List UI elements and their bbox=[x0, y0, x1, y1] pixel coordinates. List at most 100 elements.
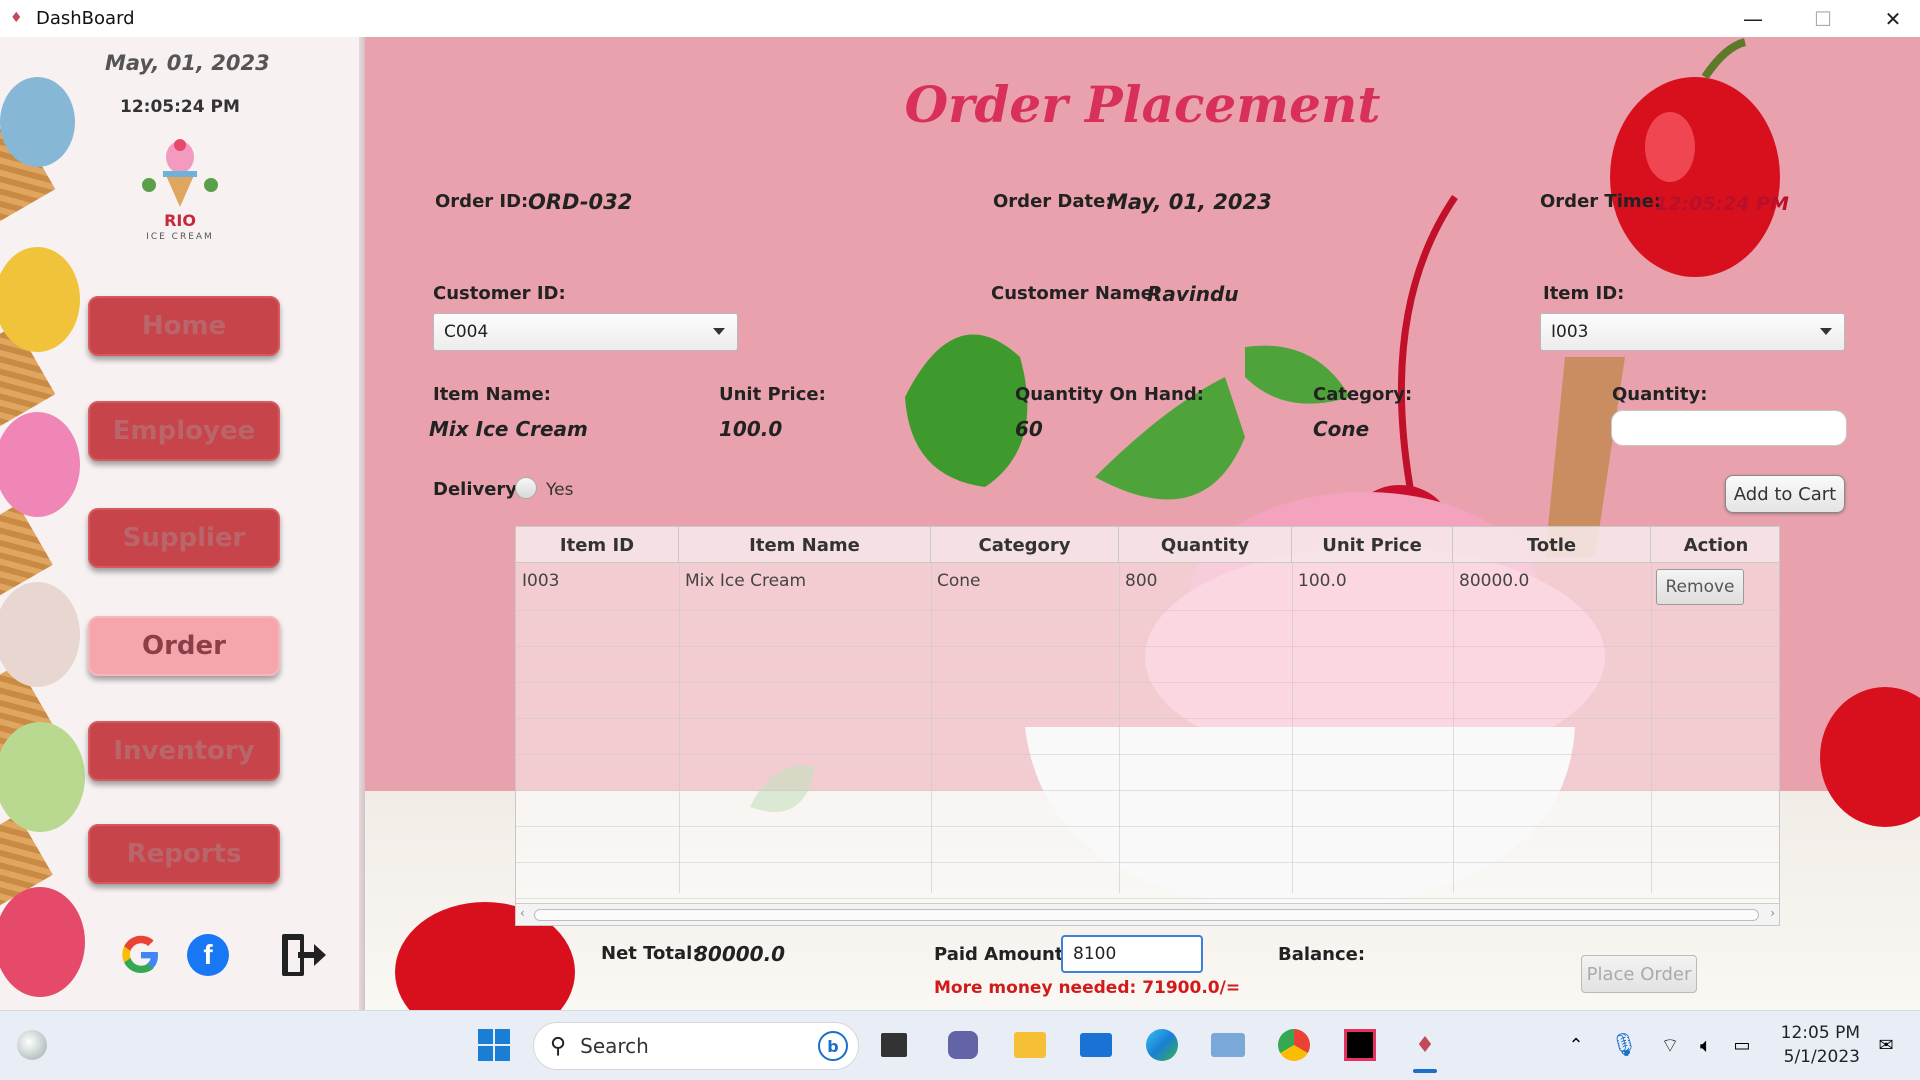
paid-amount-input[interactable]: 8100 bbox=[1061, 935, 1203, 973]
maximize-button[interactable]: ☐ bbox=[1788, 0, 1858, 37]
clock-time: 12:05 PM bbox=[1780, 1023, 1860, 1043]
order-id-label: Order ID: bbox=[435, 191, 529, 212]
column-header-unit-price[interactable]: Unit Price bbox=[1292, 527, 1453, 563]
microphone-icon[interactable]: 🎙︎ bbox=[1604, 1025, 1644, 1065]
quantity-input[interactable] bbox=[1611, 410, 1847, 446]
customer-id-selected: C004 bbox=[444, 322, 489, 342]
column-header-action[interactable]: Action bbox=[1651, 527, 1779, 563]
task-view-icon[interactable] bbox=[874, 1025, 914, 1065]
edge-icon[interactable] bbox=[1142, 1025, 1182, 1065]
close-button[interactable]: ✕ bbox=[1858, 0, 1920, 37]
table-row[interactable]: I003 Mix Ice Cream Cone 800 100.0 80000.… bbox=[516, 563, 1779, 611]
taskbar-search[interactable]: ⚲ Search b bbox=[533, 1022, 859, 1070]
chevron-down-icon bbox=[713, 328, 725, 335]
intellij-icon[interactable] bbox=[1340, 1025, 1380, 1065]
cell-total: 80000.0 bbox=[1459, 571, 1530, 591]
item-id-select[interactable]: I003 bbox=[1540, 313, 1845, 351]
add-to-cart-button[interactable]: Add to Cart bbox=[1725, 475, 1845, 513]
cell-unit-price: 100.0 bbox=[1298, 571, 1347, 591]
delivery-yes-label: Yes bbox=[546, 480, 574, 500]
balance-label: Balance: bbox=[1278, 944, 1366, 965]
column-header-total[interactable]: Totle bbox=[1453, 527, 1651, 563]
empty-row bbox=[516, 755, 1779, 791]
customer-name-value: Ravindu bbox=[1147, 282, 1239, 306]
logo-text: RIO bbox=[164, 211, 196, 230]
chevron-up-icon[interactable]: ⌃ bbox=[1556, 1025, 1596, 1065]
scroll-left-icon[interactable]: ‹ bbox=[520, 906, 525, 920]
nav-employee-button[interactable]: Employee bbox=[88, 401, 280, 461]
scoop-decoration bbox=[0, 247, 80, 352]
empty-row bbox=[516, 611, 1779, 647]
net-total-label: Net Total: bbox=[601, 943, 700, 964]
qoh-label: Quantity On Hand: bbox=[1015, 384, 1204, 405]
notifications-icon[interactable]: ✉ bbox=[1866, 1025, 1906, 1065]
customer-id-label: Customer ID: bbox=[433, 283, 566, 304]
empty-row bbox=[516, 683, 1779, 719]
delivery-yes-radio[interactable] bbox=[515, 477, 537, 499]
scoop-decoration bbox=[0, 887, 85, 997]
column-header-item-name[interactable]: Item Name bbox=[679, 527, 931, 563]
scoop-decoration bbox=[0, 412, 80, 517]
file-explorer-icon[interactable] bbox=[1010, 1025, 1050, 1065]
nav-inventory-button[interactable]: Inventory bbox=[88, 721, 280, 781]
bing-icon[interactable]: b bbox=[818, 1031, 848, 1061]
taskbar-clock[interactable]: 12:05 PM 5/1/2023 bbox=[1760, 1021, 1860, 1069]
nav-reports-button[interactable]: Reports bbox=[88, 824, 280, 884]
category-value: Cone bbox=[1313, 417, 1370, 441]
place-order-button[interactable]: Place Order bbox=[1581, 955, 1697, 993]
mail-icon[interactable] bbox=[1076, 1025, 1116, 1065]
facebook-icon[interactable]: f bbox=[187, 934, 229, 976]
scroll-right-icon[interactable]: › bbox=[1770, 906, 1775, 920]
column-header-category[interactable]: Category bbox=[931, 527, 1119, 563]
qoh-value: 60 bbox=[1015, 417, 1043, 441]
order-time-value: 12:05:24 PM bbox=[1655, 193, 1789, 215]
cell-category: Cone bbox=[937, 571, 981, 591]
horizontal-scrollbar[interactable]: ‹ › bbox=[516, 903, 1779, 925]
item-name-value: Mix Ice Cream bbox=[429, 417, 588, 441]
photos-icon[interactable] bbox=[1208, 1025, 1248, 1065]
wifi-icon[interactable]: ⌔ bbox=[1650, 1025, 1690, 1065]
start-icon[interactable] bbox=[474, 1025, 514, 1065]
customer-name-label: Customer Name: bbox=[991, 283, 1161, 304]
unit-price-value: 100.0 bbox=[719, 417, 783, 441]
logo-subtext: ICE CREAM bbox=[146, 232, 214, 242]
order-time-label: Order Time: bbox=[1540, 191, 1662, 212]
customer-id-select[interactable]: C004 bbox=[433, 313, 738, 351]
remove-button[interactable]: Remove bbox=[1656, 569, 1744, 605]
clock-date: 5/1/2023 bbox=[1783, 1047, 1860, 1067]
cell-quantity: 800 bbox=[1125, 571, 1158, 591]
money-warning: More money needed: 71900.0/= bbox=[934, 978, 1241, 998]
java-app-icon[interactable]: ♦ bbox=[1405, 1025, 1445, 1065]
sidebar: May, 01, 2023 12:05:24 PM RIO ICE CREAM … bbox=[0, 37, 365, 1010]
paid-amount-label: Paid Amount: bbox=[934, 944, 1071, 965]
item-name-label: Item Name: bbox=[433, 384, 551, 405]
active-app-indicator bbox=[1413, 1069, 1437, 1073]
scoop-decoration bbox=[0, 582, 80, 687]
volume-icon[interactable]: 🔈︎ bbox=[1686, 1025, 1726, 1065]
search-placeholder: Search bbox=[580, 1034, 649, 1058]
battery-icon[interactable]: ▭ bbox=[1722, 1025, 1762, 1065]
chevron-down-icon bbox=[1820, 328, 1832, 335]
cart-table: Item ID Item Name Category Quantity Unit… bbox=[515, 526, 1780, 926]
logout-icon[interactable] bbox=[278, 930, 328, 980]
minimize-button[interactable]: — bbox=[1718, 0, 1788, 37]
chrome-icon[interactable] bbox=[1274, 1025, 1314, 1065]
google-icon[interactable] bbox=[120, 934, 162, 976]
rio-ice-cream-logo: RIO ICE CREAM bbox=[135, 135, 225, 255]
net-total-value: 80000.0 bbox=[694, 942, 786, 966]
teams-icon[interactable] bbox=[943, 1025, 983, 1065]
widgets-icon[interactable] bbox=[12, 1025, 52, 1065]
cell-item-id: I003 bbox=[522, 571, 560, 591]
empty-row bbox=[516, 719, 1779, 755]
column-header-item-id[interactable]: Item ID bbox=[516, 527, 679, 563]
nav-home-button[interactable]: Home bbox=[88, 296, 280, 356]
column-header-quantity[interactable]: Quantity bbox=[1119, 527, 1292, 563]
item-id-selected: I003 bbox=[1551, 322, 1589, 342]
sidebar-date: May, 01, 2023 bbox=[105, 51, 270, 75]
window-title: DashBoard bbox=[36, 8, 135, 29]
nav-supplier-button[interactable]: Supplier bbox=[88, 508, 280, 568]
scrollbar-thumb[interactable] bbox=[534, 909, 1759, 921]
nav-order-button[interactable]: Order bbox=[88, 616, 280, 676]
scoop-decoration bbox=[0, 77, 75, 167]
quantity-label: Quantity: bbox=[1612, 384, 1708, 405]
